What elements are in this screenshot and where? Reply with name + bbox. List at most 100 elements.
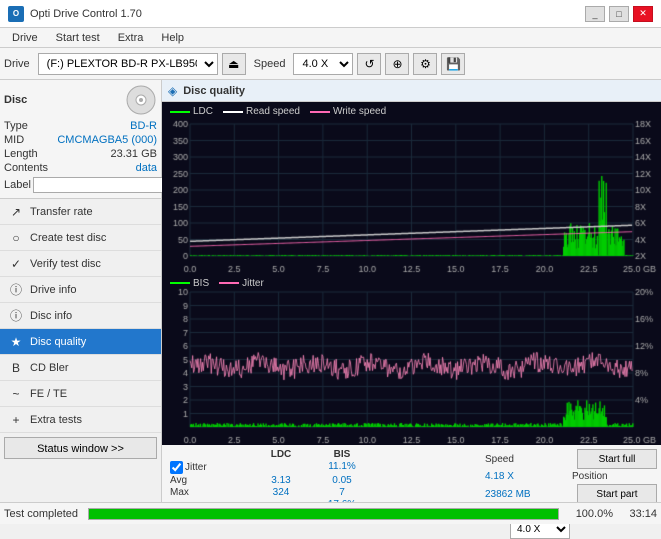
jitter-check-label[interactable]: Jitter: [170, 461, 250, 474]
nav-extra-tests[interactable]: + Extra tests: [0, 407, 161, 433]
jitter-label: Jitter: [185, 462, 207, 473]
jitter-checkbox[interactable]: [170, 461, 183, 474]
contents-label: Contents: [4, 162, 48, 174]
nav-cd-bler-label: CD Bler: [30, 362, 69, 374]
stats-avg-jitter: 11.1%: [312, 461, 372, 474]
nav-verify-test-disc[interactable]: ✓ Verify test disc: [0, 251, 161, 277]
disc-quality-icon: ★: [8, 334, 24, 350]
settings-button[interactable]: ⚙: [413, 53, 437, 75]
window-controls: _ □ ✕: [585, 6, 653, 22]
bottom-chart-legend: BIS Jitter: [170, 278, 264, 289]
speed-label-right: Speed: [485, 454, 570, 465]
nav-fe-te[interactable]: ~ FE / TE: [0, 381, 161, 407]
legend-read-speed: Read speed: [223, 106, 300, 117]
menu-extra[interactable]: Extra: [110, 30, 152, 46]
nav-disc-quality[interactable]: ★ Disc quality: [0, 329, 161, 355]
menu-drive[interactable]: Drive: [4, 30, 46, 46]
legend-bis-label: BIS: [193, 278, 209, 289]
disc-info-icon: ⓘ: [8, 308, 24, 324]
status-bar: Test completed 100.0% 33:14: [0, 502, 661, 524]
drive-selector[interactable]: (F:) PLEXTOR BD-R PX-LB950SA 1.06: [38, 53, 218, 75]
length-label: Length: [4, 148, 38, 160]
stats-max-ldc: 324: [251, 487, 311, 498]
extra-tests-icon: +: [8, 412, 24, 428]
nav-fe-te-label: FE / TE: [30, 388, 67, 400]
nav-disc-quality-label: Disc quality: [30, 336, 86, 348]
fe-te-icon: ~: [8, 386, 24, 402]
progress-bar: [88, 508, 559, 520]
main-area: Disc Type BD-R MID CMCMAGBA5 (000) Lengt…: [0, 80, 661, 524]
speed-selector[interactable]: 4.0 X: [293, 53, 353, 75]
label-input[interactable]: [33, 177, 171, 193]
verify-test-disc-icon: ✓: [8, 256, 24, 272]
minimize-button[interactable]: _: [585, 6, 605, 22]
refresh-button[interactable]: ↺: [357, 53, 381, 75]
stats-empty-header: [170, 449, 250, 460]
position-label: Position: [572, 471, 657, 482]
legend-jitter-label: Jitter: [242, 278, 264, 289]
create-test-disc-icon: ○: [8, 230, 24, 246]
nav-drive-info-label: Drive info: [30, 284, 76, 296]
top-chart-legend: LDC Read speed Write speed: [170, 106, 386, 117]
mid-value: CMCMAGBA5 (000): [57, 134, 157, 146]
mid-row: MID CMCMAGBA5 (000): [4, 134, 157, 146]
title-bar: O Opti Drive Control 1.70 _ □ ✕: [0, 0, 661, 28]
left-panel: Disc Type BD-R MID CMCMAGBA5 (000) Lengt…: [0, 80, 162, 524]
nav-transfer-rate[interactable]: ↗ Transfer rate: [0, 199, 161, 225]
drive-label: Drive: [4, 58, 30, 70]
nav-create-test-disc[interactable]: ○ Create test disc: [0, 225, 161, 251]
stats-avg-bis: 0.05: [312, 475, 372, 486]
transfer-rate-icon: ↗: [8, 204, 24, 220]
stats-max-label: Max: [170, 487, 250, 498]
stats-bis-header: BIS: [312, 449, 372, 460]
nav-list: ↗ Transfer rate ○ Create test disc ✓ Ver…: [0, 199, 161, 433]
status-time: 33:14: [617, 508, 657, 520]
nav-verify-test-disc-label: Verify test disc: [30, 258, 101, 270]
progress-bar-fill: [89, 509, 558, 519]
start-full-button[interactable]: Start full: [577, 449, 657, 469]
nav-cd-bler[interactable]: B CD Bler: [0, 355, 161, 381]
chart-bottom: BIS Jitter: [162, 274, 661, 445]
type-row: Type BD-R: [4, 120, 157, 132]
menu-start-test[interactable]: Start test: [48, 30, 108, 46]
status-window-button[interactable]: Status window >>: [4, 437, 157, 459]
contents-value: data: [136, 162, 157, 174]
start-part-button[interactable]: Start part: [577, 484, 657, 504]
menu-bar: Drive Start test Extra Help: [0, 28, 661, 48]
length-value: 23.31 GB: [111, 148, 157, 160]
stats-max-bis: 7: [312, 487, 372, 498]
label-key: Label: [4, 179, 31, 191]
disc-header: Disc: [4, 84, 157, 116]
menu-help[interactable]: Help: [153, 30, 192, 46]
mid-label: MID: [4, 134, 24, 146]
nav-disc-info[interactable]: ⓘ Disc info: [0, 303, 161, 329]
legend-read-speed-label: Read speed: [246, 106, 300, 117]
speed-value-right: 4.18 X: [485, 471, 570, 482]
nav-transfer-rate-label: Transfer rate: [30, 206, 93, 218]
copy-button[interactable]: ⊕: [385, 53, 409, 75]
close-button[interactable]: ✕: [633, 6, 653, 22]
nav-create-test-disc-label: Create test disc: [30, 232, 106, 244]
legend-ldc-label: LDC: [193, 106, 213, 117]
length-row: Length 23.31 GB: [4, 148, 157, 160]
toolbar: Drive (F:) PLEXTOR BD-R PX-LB950SA 1.06 …: [0, 48, 661, 80]
speed-label: Speed: [254, 58, 286, 70]
legend-jitter-chart: Jitter: [219, 278, 264, 289]
cd-bler-icon: B: [8, 360, 24, 376]
save-button[interactable]: 💾: [441, 53, 465, 75]
contents-row: Contents data: [4, 162, 157, 174]
eject-button[interactable]: ⏏: [222, 53, 246, 75]
status-percent: 100.0%: [563, 508, 613, 520]
label-row: Label ⚙: [4, 176, 157, 194]
maximize-button[interactable]: □: [609, 6, 629, 22]
legend-write-speed: Write speed: [310, 106, 386, 117]
type-value: BD-R: [130, 120, 157, 132]
position-value: 23862 MB: [485, 489, 570, 500]
disc-icon: [125, 84, 157, 116]
legend-bis: BIS: [170, 278, 209, 289]
app-icon: O: [8, 6, 24, 22]
title-left: O Opti Drive Control 1.70: [8, 6, 142, 22]
chart-top: LDC Read speed Write speed: [162, 102, 661, 274]
nav-drive-info[interactable]: ⓘ Drive info: [0, 277, 161, 303]
chart-title: Disc quality: [183, 85, 245, 97]
